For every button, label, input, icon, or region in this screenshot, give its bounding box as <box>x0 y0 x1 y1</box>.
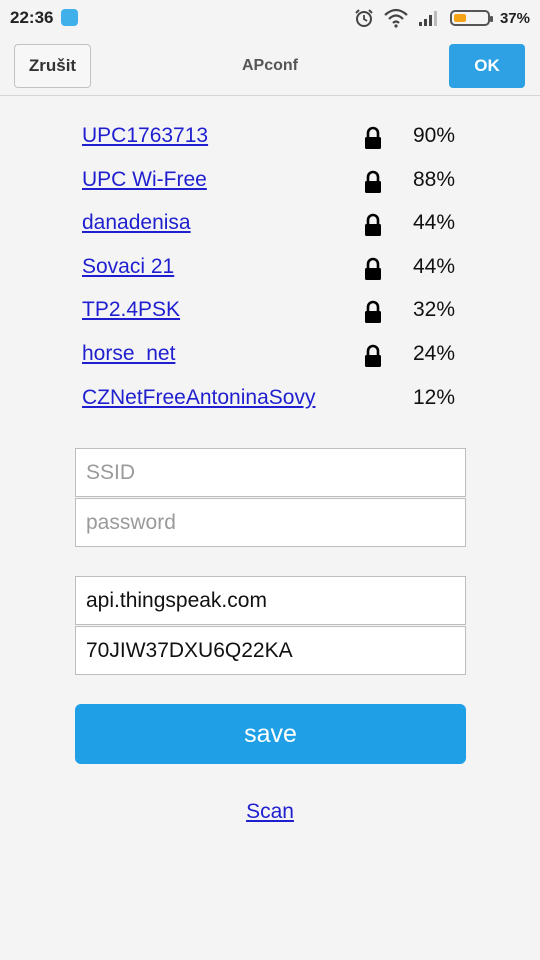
network-ssid-link[interactable]: danadenisa <box>82 211 191 235</box>
lock-icon <box>365 126 381 149</box>
lock-icon <box>365 170 381 193</box>
network-signal: 88% <box>413 167 456 191</box>
network-signal: 90% <box>413 124 456 147</box>
status-time: 22:36 <box>10 8 54 27</box>
network-ssid-link[interactable]: horse_net <box>82 342 175 366</box>
alarm-icon <box>355 9 373 27</box>
network-row: TP2.4PSK 32% <box>82 290 482 334</box>
ok-button[interactable]: OK <box>449 44 525 88</box>
network-ssid-link[interactable]: UPC1763713 <box>82 124 208 148</box>
network-row: UPC Wi-Free 88% <box>82 160 482 204</box>
network-signal: 12% <box>413 385 456 409</box>
network-list: UPC1763713 90% UPC Wi-Free 88% danadenisa 44%… <box>82 116 482 421</box>
api-key-field[interactable] <box>75 626 466 675</box>
network-signal: 44% <box>413 211 456 235</box>
network-row: UPC1763713 90% <box>82 116 482 160</box>
host-field[interactable] <box>75 576 466 625</box>
ssid-field[interactable] <box>75 448 466 497</box>
status-icons: 37% <box>354 6 530 30</box>
network-row: Sovaci 21 44% <box>82 247 482 291</box>
password-input[interactable] <box>86 510 455 535</box>
network-signal: 24% <box>413 341 456 365</box>
top-bar: Zrušit APconf OK <box>0 36 540 96</box>
network-ssid-link[interactable]: Sovaci 21 <box>82 255 174 279</box>
host-input[interactable] <box>86 588 455 613</box>
lock-icon <box>365 213 381 237</box>
network-ssid-link[interactable]: CZNetFreeAntoninaSovy <box>82 386 315 410</box>
lock-icon <box>365 344 381 367</box>
network-signal: 32% <box>413 298 456 322</box>
scan-link-label[interactable]: Scan <box>246 800 294 823</box>
network-ssid-link[interactable]: UPC Wi-Free <box>82 168 207 192</box>
lock-icon <box>365 257 381 280</box>
network-ssid-link[interactable]: TP2.4PSK <box>82 298 180 322</box>
scan-link[interactable]: Scan <box>0 800 540 824</box>
app-icon <box>61 9 78 26</box>
network-signal: 44% <box>413 254 456 278</box>
network-row: horse_net 24% <box>82 334 482 378</box>
ssid-input[interactable] <box>86 460 455 485</box>
cancel-button[interactable]: Zrušit <box>14 44 91 88</box>
wifi-icon <box>384 8 408 28</box>
status-bar: 22:36 37% <box>0 0 540 36</box>
battery-icon <box>449 10 493 26</box>
lock-icon <box>365 301 381 324</box>
signal-icon <box>418 11 437 26</box>
battery-percent: 37% <box>499 9 530 27</box>
battery-level <box>453 14 466 22</box>
network-row: CZNetFreeAntoninaSovy 12% <box>82 378 482 422</box>
network-row: danadenisa 44% <box>82 203 482 247</box>
password-field[interactable] <box>75 498 466 547</box>
save-button[interactable]: save <box>75 704 466 764</box>
api-key-input[interactable] <box>86 638 455 663</box>
